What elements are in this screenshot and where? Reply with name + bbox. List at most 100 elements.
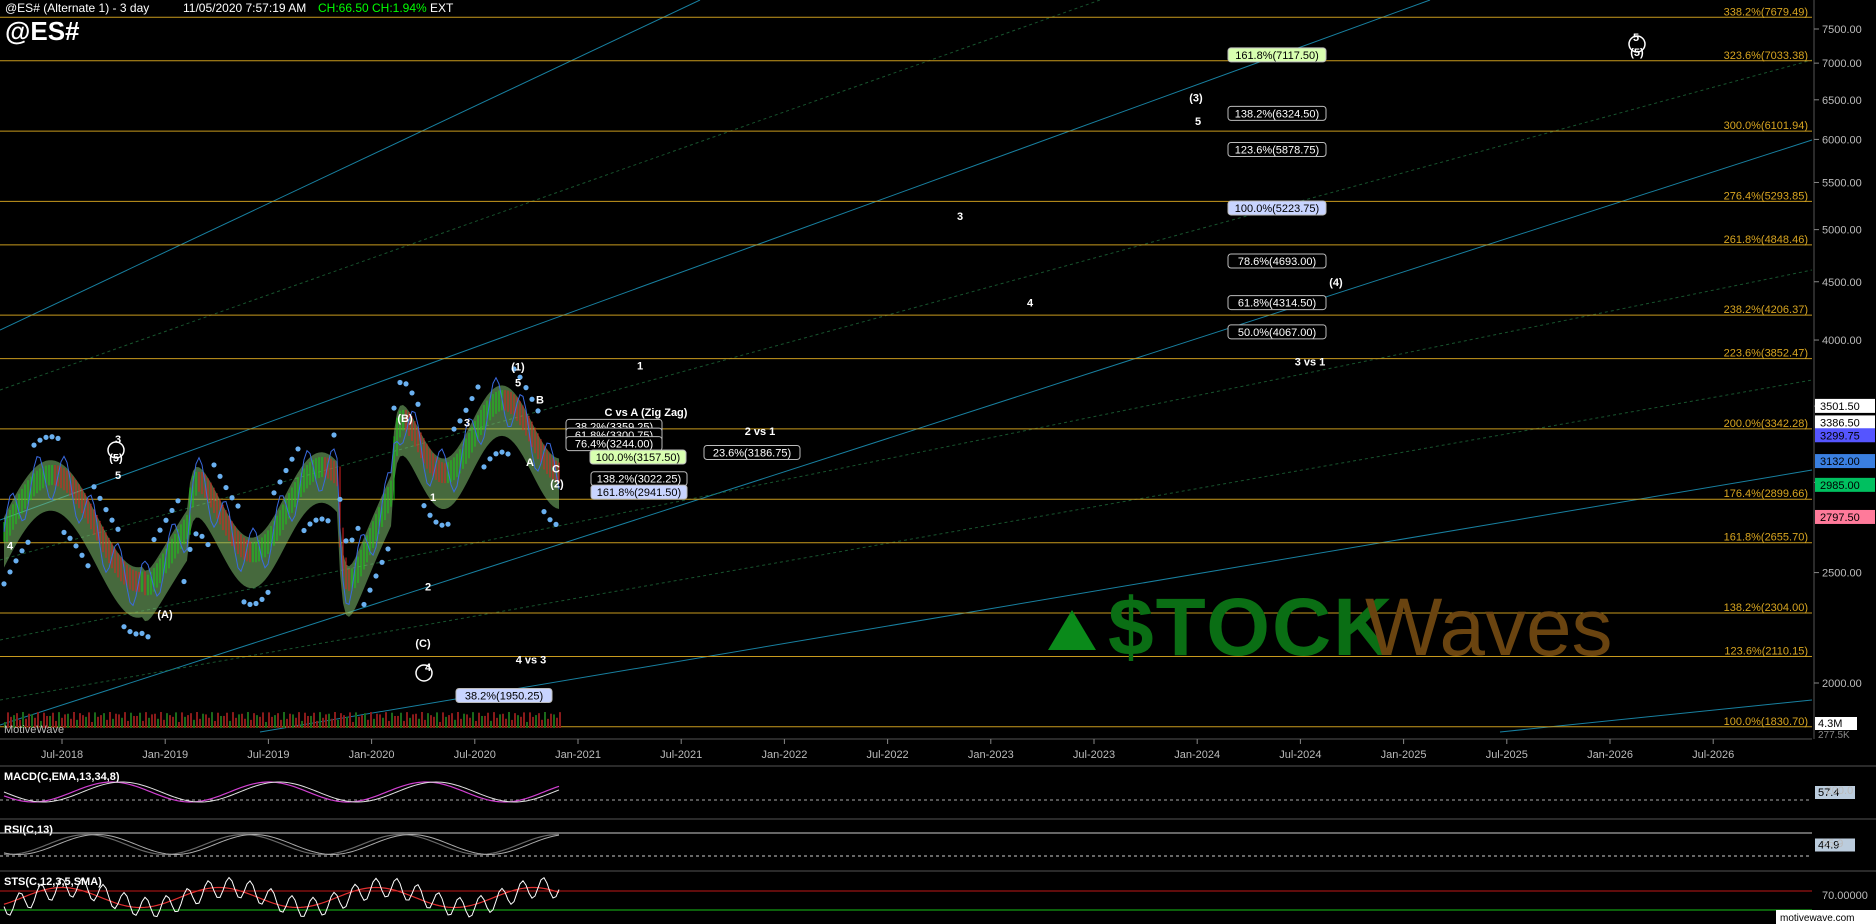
volume-bar	[259, 716, 261, 728]
wave-label: C	[552, 464, 560, 476]
volume-bar	[91, 721, 93, 728]
volume-tag-2-label: 277.5K	[1818, 730, 1850, 741]
volume-bar	[334, 712, 336, 728]
psar-dot	[133, 631, 139, 637]
fib-level-label: 176.4%(2899.66)	[1724, 488, 1808, 500]
volume-bar	[238, 714, 240, 728]
target-box-label: 61.8%(4314.50)	[1238, 298, 1316, 310]
motivewave-label: MotiveWave	[4, 724, 64, 736]
psar-dot	[193, 531, 199, 537]
psar-dot	[67, 535, 73, 541]
time-tick-label: Jan-2021	[555, 749, 601, 761]
psar-dot	[433, 519, 439, 525]
psar-dot	[181, 578, 187, 585]
psar-dot	[457, 418, 463, 424]
volume-bar	[142, 720, 144, 728]
wave-label: 5	[515, 378, 521, 390]
psar-dot	[547, 517, 553, 523]
fib-level-label: 300.0%(6101.94)	[1724, 120, 1808, 132]
volume-bar	[391, 712, 393, 728]
time-tick-label: Jul-2024	[1279, 749, 1321, 761]
volume-bar	[427, 713, 429, 728]
psar-dot	[13, 558, 19, 564]
volume-bar	[412, 714, 414, 728]
volume-bar	[553, 714, 555, 728]
psar-dot	[49, 434, 55, 440]
volume-bar	[118, 714, 120, 728]
wave-label: 4 vs 3	[516, 655, 547, 667]
volume-bar	[214, 720, 216, 728]
volume-bar	[370, 712, 372, 728]
volume-bar	[76, 719, 78, 728]
psar-dot	[403, 381, 409, 387]
volume-bar	[250, 719, 252, 728]
volume-bar	[121, 717, 123, 728]
time-tick-label: Jan-2024	[1174, 749, 1220, 761]
volume-bar	[70, 718, 72, 728]
wave-label: 2	[425, 582, 431, 594]
psar-dot	[121, 624, 127, 630]
volume-bar	[154, 713, 156, 728]
volume-bar	[217, 712, 219, 728]
price-tick-label: 6000.00	[1822, 134, 1862, 146]
psar-dot	[325, 518, 331, 524]
time-tick-label: Jul-2025	[1486, 749, 1528, 761]
volume-bar	[247, 712, 249, 728]
volume-bar	[136, 715, 138, 728]
volume-bar	[400, 712, 402, 728]
time-tick-label: Jan-2020	[349, 749, 395, 761]
volume-bar	[265, 721, 267, 728]
volume-bar	[406, 712, 408, 728]
psar-dot	[271, 490, 277, 496]
price-tag-label: 2985.00	[1820, 480, 1860, 492]
psar-dot	[97, 495, 103, 501]
symbol-title: @ES#	[5, 16, 80, 46]
psar-dot	[505, 451, 511, 457]
chart-timestamp: 11/05/2020 7:57:19 AM	[183, 1, 307, 15]
volume-bar	[100, 715, 102, 728]
volume-bar	[67, 713, 69, 728]
time-tick-label: Jul-2019	[247, 749, 289, 761]
fib-level-label: 323.6%(7033.38)	[1724, 50, 1808, 62]
price-tick-label: 7000.00	[1822, 58, 1862, 70]
time-tick-label: Jul-2018	[41, 749, 83, 761]
chart-canvas[interactable]: 338.2%(7679.49) 323.6%(7033.38) 300.0%(610…	[0, 0, 1876, 924]
volume-bar	[442, 712, 444, 728]
volume-bar	[487, 712, 489, 728]
psar-dot	[541, 509, 547, 515]
volume-bar	[133, 715, 135, 728]
volume-bar	[445, 716, 447, 728]
indicator-tick-label: -200.0	[1822, 785, 1853, 797]
volume-bar	[388, 720, 390, 728]
volume-bar	[403, 720, 405, 728]
volume-bar	[379, 714, 381, 728]
volume-bar	[394, 715, 396, 728]
wave-label: A	[526, 457, 534, 469]
volume-bar	[349, 712, 351, 728]
fib-box-label: 138.2%(3022.25)	[597, 474, 681, 486]
volume-bar	[277, 713, 279, 728]
wave-label: (5)	[1630, 47, 1644, 59]
wave-label: (2)	[550, 478, 564, 490]
psar-dot	[61, 529, 67, 535]
volume-bar	[193, 719, 195, 728]
volume-bar	[178, 721, 180, 728]
psar-dot	[553, 521, 559, 527]
target-box-label: 100.0%(5223.75)	[1235, 203, 1319, 215]
volume-bar	[310, 715, 312, 728]
wave-label: 2 vs 1	[745, 426, 776, 438]
volume-bar	[163, 719, 165, 728]
session-label: EXT	[430, 1, 454, 15]
wave-label: 5	[1633, 32, 1639, 44]
volume-bar	[202, 713, 204, 728]
volume-bar	[286, 718, 288, 728]
psar-dot	[349, 537, 355, 543]
psar-dot	[409, 390, 415, 396]
target-box-label: 161.8%(7117.50)	[1235, 50, 1319, 62]
volume-bar	[454, 719, 456, 728]
psar-dot	[277, 479, 283, 485]
psar-dot	[169, 507, 175, 514]
psar-dot	[151, 536, 157, 543]
target-box-label: 50.0%(4067.00)	[1238, 327, 1316, 339]
change-absolute: CH:66.50	[318, 1, 369, 15]
